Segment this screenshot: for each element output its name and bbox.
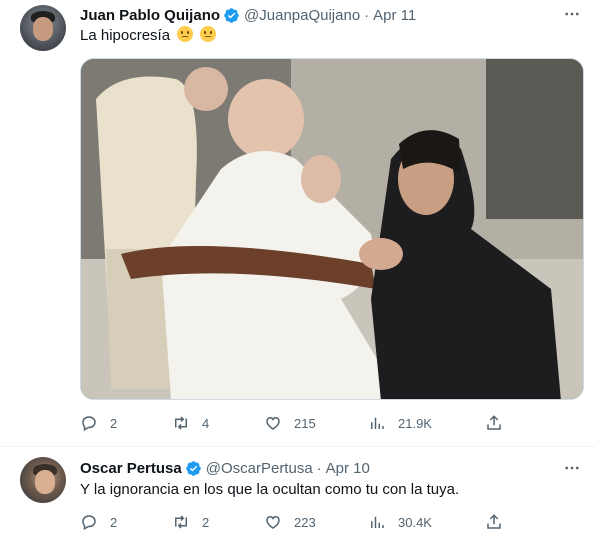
separator-dot: · [316, 459, 322, 477]
like-icon [266, 416, 280, 430]
repost-button[interactable]: 4 [172, 414, 209, 432]
views-button[interactable]: 21.9K [368, 414, 432, 432]
views-button[interactable]: 30.4K [368, 513, 432, 531]
tweet-text-content: La hipocresía [80, 27, 171, 44]
share-icon [487, 415, 501, 430]
reply-count: 2 [110, 415, 118, 431]
tweet-date[interactable]: Apr 10 [326, 460, 370, 477]
like-count: 215 [294, 415, 316, 431]
tweet-header: Juan Pablo Quijano @JuanpaQuijano · Apr … [80, 5, 416, 25]
share-button[interactable] [485, 513, 503, 531]
like-icon [266, 515, 280, 529]
repost-count: 4 [202, 415, 210, 431]
repost-icon [175, 416, 187, 430]
author-avatar[interactable] [20, 457, 66, 503]
author-name[interactable]: Oscar Pertusa [80, 460, 182, 477]
avatar-face [33, 17, 53, 41]
author-avatar[interactable] [20, 5, 66, 51]
views-count: 21.9K [398, 415, 432, 431]
more-icon[interactable] [563, 459, 581, 477]
photo-illustration [81, 59, 583, 399]
verified-badge-icon [185, 460, 201, 476]
like-count: 223 [294, 514, 316, 530]
share-icon [487, 514, 501, 529]
more-icon[interactable] [563, 5, 581, 23]
like-button[interactable]: 223 [264, 513, 316, 531]
author-handle[interactable]: @JuanpaQuijano [244, 7, 360, 24]
tweet-text: Y la ignorancia en los que la ocultan co… [80, 481, 460, 498]
author-handle[interactable]: @OscarPertusa [206, 460, 313, 477]
verified-badge-icon [224, 7, 239, 23]
repost-count: 2 [202, 514, 210, 530]
tweet-text: La hipocresía [80, 26, 217, 46]
reply-button[interactable]: 2 [80, 414, 117, 432]
tweet-photo[interactable] [80, 58, 584, 400]
author-name[interactable]: Juan Pablo Quijano [80, 7, 220, 24]
tweet-header: Oscar Pertusa @OscarPertusa · Apr 10 [80, 458, 370, 478]
tweet-date[interactable]: Apr 11 [373, 7, 416, 24]
repost-icon [175, 515, 187, 529]
reply-icon [82, 416, 96, 432]
reply-count: 2 [110, 514, 118, 530]
share-button[interactable] [485, 414, 503, 432]
avatar-face [35, 470, 55, 494]
confused-face-emoji [177, 26, 194, 42]
reply-icon [82, 515, 96, 531]
views-icon [371, 417, 384, 429]
views-count: 30.4K [398, 514, 432, 530]
tweet[interactable]: Oscar Pertusa @OscarPertusa · Apr 10 Y l… [0, 447, 595, 538]
tweet[interactable]: Juan Pablo Quijano @JuanpaQuijano · Apr … [0, 0, 595, 447]
like-button[interactable]: 215 [264, 414, 316, 432]
views-icon [371, 516, 384, 528]
smiling-face-emoji [200, 26, 217, 42]
reply-button[interactable]: 2 [80, 513, 117, 531]
separator-dot: · [364, 6, 370, 24]
repost-button[interactable]: 2 [172, 513, 209, 531]
